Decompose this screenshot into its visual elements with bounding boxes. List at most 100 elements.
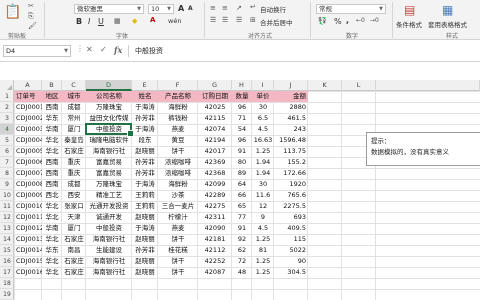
row-header[interactable]: 18: [0, 278, 14, 289]
table-cell[interactable]: 华北: [42, 267, 62, 278]
table-cell[interactable]: 30: [252, 102, 274, 113]
table-cell[interactable]: 72: [232, 256, 252, 267]
cancel-icon[interactable]: ✕: [86, 45, 93, 54]
percent-button[interactable]: %: [334, 17, 342, 26]
table-cell[interactable]: 西安: [62, 190, 86, 201]
table-cell[interactable]: 693: [274, 212, 308, 223]
table-cell[interactable]: 赵晓丽: [132, 256, 158, 267]
column-header-e[interactable]: E: [132, 80, 158, 91]
font-shrink-button[interactable]: A: [188, 5, 193, 12]
table-cell[interactable]: 浓缩咖啡: [158, 168, 198, 179]
table-cell[interactable]: 华北: [42, 135, 62, 146]
table-cell[interactable]: 华北: [42, 212, 62, 223]
table-cell[interactable]: 石家庄: [62, 256, 86, 267]
table-cell[interactable]: 1.94: [252, 157, 274, 168]
table-cell[interactable]: 赵晓丽: [132, 234, 158, 245]
table-cell[interactable]: 42275: [198, 201, 232, 212]
row-header[interactable]: 5: [0, 135, 14, 146]
table-cell[interactable]: 华东: [42, 113, 62, 124]
table-cell[interactable]: 89: [232, 168, 252, 179]
font-size-select[interactable]: 10 ▼: [148, 4, 174, 14]
column-header-a[interactable]: A: [14, 80, 42, 91]
decrease-decimal-icon[interactable]: →0: [370, 17, 379, 24]
table-cell[interactable]: 浓缩咖啡: [158, 157, 198, 168]
format-painter-icon[interactable]: 🖌: [28, 22, 37, 30]
table-cell[interactable]: CDJ0007: [14, 168, 42, 179]
table-cell[interactable]: 华北: [42, 234, 62, 245]
table-cell[interactable]: 113.75: [274, 146, 308, 157]
row-header[interactable]: 8: [0, 168, 14, 179]
table-cell[interactable]: 16.63: [252, 135, 274, 146]
table-cell[interactable]: 沙茶: [158, 190, 198, 201]
table-cell[interactable]: 中般投资: [86, 124, 132, 135]
table-cell[interactable]: 孙芳菲: [132, 157, 158, 168]
table-cell[interactable]: 饼干: [158, 146, 198, 157]
table-cell[interactable]: CDJ0008: [14, 179, 42, 190]
table-cell[interactable]: 42311: [198, 212, 232, 223]
table-cell[interactable]: 80: [232, 157, 252, 168]
row-header[interactable]: 4: [0, 124, 14, 135]
table-cell[interactable]: 石家庄: [62, 234, 86, 245]
row-header[interactable]: 2: [0, 102, 14, 113]
bold-button[interactable]: B: [76, 17, 82, 26]
row-header[interactable]: 3: [0, 113, 14, 124]
table-cell[interactable]: 42368: [198, 168, 232, 179]
table-header-cell[interactable]: 姓名: [132, 91, 158, 102]
table-cell[interactable]: 409.5: [274, 223, 308, 234]
table-cell[interactable]: CDJ0010: [14, 201, 42, 212]
table-cell[interactable]: 厦门: [62, 223, 86, 234]
table-cell[interactable]: 115: [274, 234, 308, 245]
table-cell[interactable]: 华东: [42, 245, 62, 256]
table-cell[interactable]: 4.5: [252, 223, 274, 234]
table-cell[interactable]: 1.25: [252, 256, 274, 267]
table-cell[interactable]: 66: [232, 190, 252, 201]
column-header-j[interactable]: J: [274, 80, 308, 91]
table-cell[interactable]: 富嘉贸易: [86, 157, 132, 168]
font-color-icon[interactable]: A: [150, 16, 155, 24]
table-cell[interactable]: 91: [232, 146, 252, 157]
column-header-k[interactable]: K: [308, 80, 342, 91]
table-cell[interactable]: 孙芳菲: [132, 113, 158, 124]
table-cell[interactable]: 饼干: [158, 256, 198, 267]
column-header-d[interactable]: D: [86, 80, 132, 91]
table-cell[interactable]: 于海涛: [132, 124, 158, 135]
column-header-h[interactable]: H: [232, 80, 252, 91]
align-middle-icon[interactable]: ≡: [222, 4, 228, 12]
table-cell[interactable]: 62: [232, 245, 252, 256]
table-cell[interactable]: 461.5: [274, 113, 308, 124]
table-cell[interactable]: 1.25: [252, 146, 274, 157]
table-cell[interactable]: 90: [274, 256, 308, 267]
row-header[interactable]: 12: [0, 212, 14, 223]
table-cell[interactable]: 孙芳菲: [132, 168, 158, 179]
table-cell[interactable]: 1596.48: [274, 135, 308, 146]
scissors-icon[interactable]: ✂: [28, 2, 34, 10]
table-cell[interactable]: 中般投资: [86, 223, 132, 234]
table-cell[interactable]: 裤钱粉: [158, 113, 198, 124]
row-header[interactable]: 13: [0, 223, 14, 234]
table-cell[interactable]: 42099: [198, 179, 232, 190]
wrap-text-icon[interactable]: ↵: [250, 3, 256, 11]
table-cell[interactable]: 65: [232, 201, 252, 212]
table-cell[interactable]: 石家庄: [62, 146, 86, 157]
table-cell[interactable]: 9: [252, 212, 274, 223]
table-cell[interactable]: 172.66: [274, 168, 308, 179]
table-cell[interactable]: 海鲜粉: [158, 102, 198, 113]
row-header[interactable]: 9: [0, 179, 14, 190]
table-cell[interactable]: CDJ0014: [14, 245, 42, 256]
table-cell[interactable]: 万隆珠宝: [86, 102, 132, 113]
cell-area[interactable]: 订单号 地区 城市 公司名称 姓名 产品名称 订购日期 数量 单价 金额 CDJ0001 西南 成都 万隆…: [14, 91, 480, 300]
table-cell[interactable]: 西南: [42, 157, 62, 168]
align-center-icon[interactable]: ☰: [222, 16, 228, 24]
table-cell[interactable]: 饼干: [158, 234, 198, 245]
border-icon[interactable]: ▦: [114, 17, 121, 25]
table-cell[interactable]: 30: [252, 179, 274, 190]
table-cell[interactable]: 重庆: [62, 157, 86, 168]
table-cell[interactable]: 64: [232, 179, 252, 190]
table-cell[interactable]: 4.5: [252, 124, 274, 135]
table-cell[interactable]: CDJ0006: [14, 157, 42, 168]
copy-icon[interactable]: ⎘: [28, 12, 34, 21]
row-header[interactable]: 11: [0, 201, 14, 212]
table-cell[interactable]: 华南: [42, 223, 62, 234]
table-cell[interactable]: 西南: [42, 102, 62, 113]
select-all-button[interactable]: [0, 80, 14, 91]
